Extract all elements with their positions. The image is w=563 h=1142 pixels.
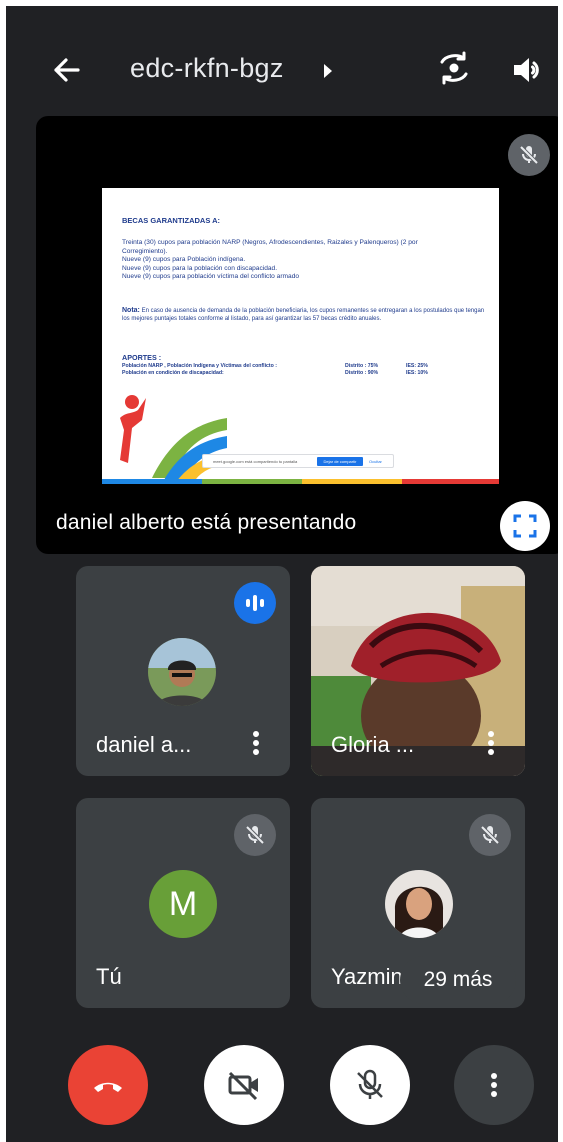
aportes-ies: IES: 10% — [406, 370, 428, 376]
switch-camera-icon[interactable] — [434, 48, 474, 88]
participant-tile-self[interactable]: M Tú — [76, 798, 290, 1008]
phone-hangup-icon — [94, 1082, 122, 1092]
mic-off-icon — [357, 1069, 383, 1099]
meeting-code[interactable]: edc-rkfn-bgz — [130, 53, 284, 84]
slide-note-text: En caso de ausencia de demanda de la pob… — [122, 308, 485, 322]
mic-off-icon — [508, 134, 550, 176]
slide-line: Corregimiento). — [122, 247, 168, 255]
slide-note: Nota: En caso de ausencia de demanda de … — [122, 307, 492, 323]
slide-stripe — [402, 479, 499, 484]
hide-button[interactable]: Ocultar — [369, 459, 382, 464]
participant-name: Yazmin — [331, 964, 403, 989]
slide-line: Nueve (9) cupos para Población indígena. — [122, 256, 246, 264]
more-options-button[interactable] — [454, 1045, 534, 1125]
slide-title: BECAS GARANTIZADAS A: — [122, 216, 221, 225]
aportes-distrito: Distrito : 75% — [345, 363, 379, 369]
participant-tile[interactable]: Gloria ... — [311, 566, 525, 776]
avatar: M — [149, 870, 217, 938]
share-message: meet.google.com está compartiendo tu pan… — [213, 459, 298, 464]
slide-stripe — [102, 479, 202, 484]
presenting-label: daniel alberto está presentando — [56, 511, 357, 534]
slide-note-label: Nota: — [122, 307, 140, 314]
aportes-distrito: Distrito : 90% — [345, 370, 379, 376]
camera-off-icon — [228, 1071, 258, 1101]
camera-toggle-button[interactable] — [204, 1045, 284, 1125]
presentation-tile[interactable]: BECAS GARANTIZADAS A: Treinta (30) cupos… — [36, 116, 558, 554]
slide-line: Nueve (9) cupos para población víctima d… — [122, 273, 300, 281]
slide-stripe — [202, 479, 302, 484]
meet-call-screen: edc-rkfn-bgz BECAS GARANTIZADAS A: Trein… — [6, 6, 558, 1142]
fullscreen-icon — [513, 514, 537, 538]
shared-slide: BECAS GARANTIZADAS A: Treinta (30) cupos… — [102, 188, 499, 484]
speaking-indicator-icon — [234, 582, 276, 624]
slide-body: Treinta (30) cupos para población NARP (… — [122, 239, 492, 282]
slide-stripe — [302, 479, 402, 484]
back-arrow-icon[interactable] — [46, 50, 86, 90]
caret-right-icon[interactable] — [322, 63, 334, 84]
aportes-ies: IES: 25% — [406, 363, 428, 369]
fullscreen-button[interactable] — [500, 501, 550, 551]
avatar — [385, 870, 453, 938]
slide-line: Treinta (30) cupos para población NARP (… — [122, 239, 418, 246]
microphone-toggle-button[interactable] — [330, 1045, 410, 1125]
participant-name: Tú — [96, 964, 122, 989]
more-vert-icon[interactable] — [481, 728, 501, 758]
more-vert-icon[interactable] — [246, 728, 266, 758]
speaker-icon[interactable] — [508, 50, 548, 90]
participant-tile[interactable]: daniel a... — [76, 566, 290, 776]
end-call-button[interactable] — [68, 1045, 148, 1125]
slide-aportes-title: APORTES : — [122, 353, 162, 362]
participant-name: Gloria ... — [331, 732, 415, 757]
slide-line: Nueve (9) cupos para la población con di… — [122, 264, 278, 272]
more-participants-button[interactable]: 29 más — [400, 956, 516, 1004]
stop-sharing-button[interactable]: Dejar de compartir — [317, 457, 363, 466]
avatar — [148, 638, 216, 706]
mic-off-icon — [469, 814, 511, 856]
participant-name: daniel a... — [96, 732, 192, 757]
more-vert-icon — [491, 1073, 497, 1097]
top-bar: edc-rkfn-bgz — [6, 6, 558, 116]
screen-share-bar: meet.google.com está compartiendo tu pan… — [202, 454, 394, 468]
mic-off-icon — [234, 814, 276, 856]
